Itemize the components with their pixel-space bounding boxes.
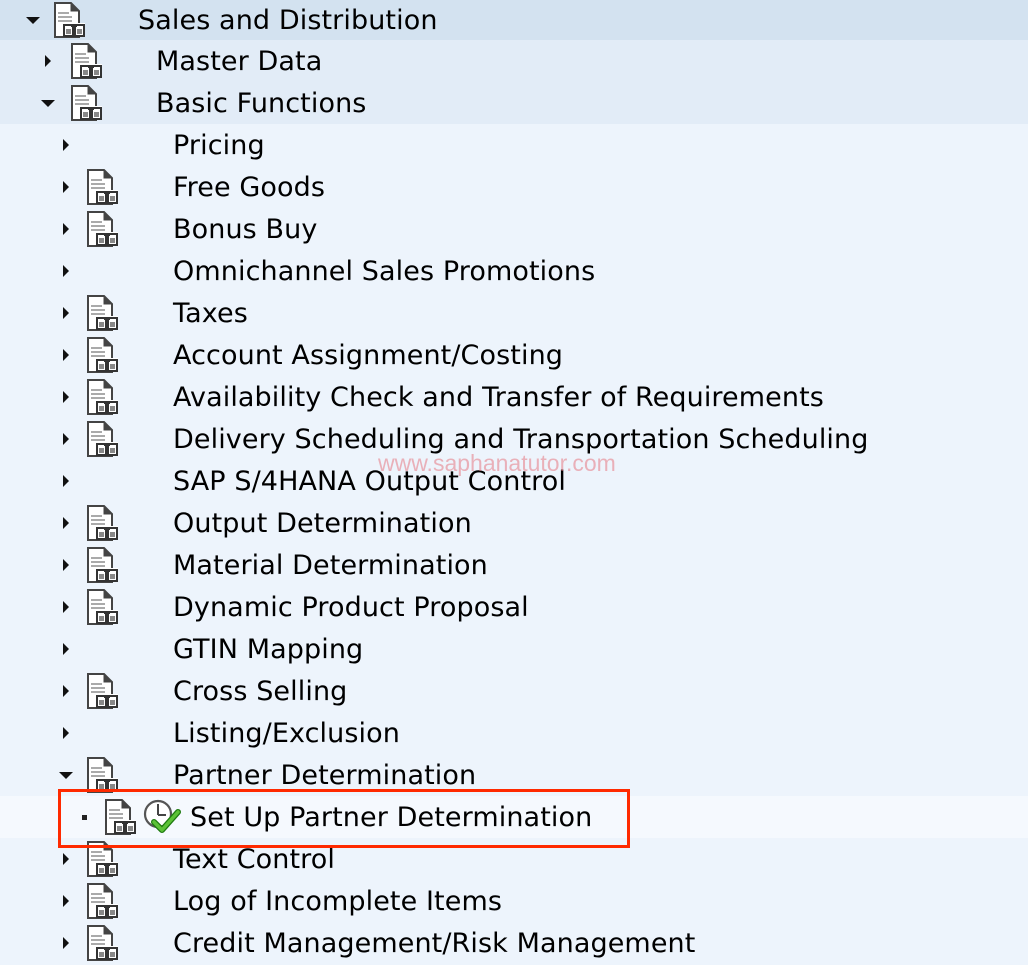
tree-node-label[interactable]: Basic Functions [156,82,366,124]
expand-arrow-icon[interactable] [59,124,73,166]
tree-node[interactable]: Basic Functions [0,82,1028,124]
tree-node-label[interactable]: Delivery Scheduling and Transportation S… [173,418,868,460]
tree-node[interactable]: Credit Management/Risk Management [0,922,1028,964]
tree-node[interactable]: SAP S/4HANA Output Control [0,460,1028,502]
tree-node[interactable]: Free Goods [0,166,1028,208]
tree-node-label[interactable]: Output Determination [173,502,472,544]
execute-activity-icon[interactable] [142,798,182,836]
expand-arrow-icon[interactable] [59,292,73,334]
expand-arrow-icon[interactable] [59,418,73,460]
tree-node[interactable]: Master Data [0,40,1028,82]
tree-node-label[interactable]: Master Data [156,40,322,82]
documentation-icon[interactable] [86,211,120,247]
expand-arrow-icon[interactable] [59,838,73,880]
documentation-icon[interactable] [86,589,120,625]
tree-node[interactable]: Dynamic Product Proposal [0,586,1028,628]
documentation-icon[interactable] [104,799,138,835]
tree-node[interactable]: Availability Check and Transfer of Requi… [0,376,1028,418]
tree-node-label[interactable]: Partner Determination [173,754,476,796]
tree-node[interactable]: Text Control [0,838,1028,880]
tree-node[interactable]: Account Assignment/Costing [0,334,1028,376]
documentation-icon[interactable] [86,547,120,583]
documentation-icon[interactable] [70,43,104,79]
documentation-icon[interactable] [86,169,120,205]
tree-node[interactable]: Cross Selling [0,670,1028,712]
tree-node-label[interactable]: Omnichannel Sales Promotions [173,250,595,292]
expand-arrow-icon[interactable] [59,880,73,922]
expand-arrow-icon[interactable] [59,922,73,964]
documentation-icon[interactable] [86,505,120,541]
documentation-icon[interactable] [86,379,120,415]
tree-node-label[interactable]: Log of Incomplete Items [173,880,502,922]
tree-node[interactable]: Bonus Buy [0,208,1028,250]
tree-node-label[interactable]: GTIN Mapping [173,628,363,670]
documentation-icon[interactable] [86,673,120,709]
documentation-icon[interactable] [86,295,120,331]
tree-node-label[interactable]: Taxes [173,292,248,334]
documentation-icon[interactable] [70,85,104,121]
tree-node[interactable]: GTIN Mapping [0,628,1028,670]
documentation-icon[interactable] [86,925,120,961]
tree-node[interactable]: Pricing [0,124,1028,166]
expand-arrow-icon[interactable] [59,376,73,418]
expand-arrow-icon[interactable] [59,628,73,670]
tree-node-label[interactable]: Sales and Distribution [138,0,438,40]
tree-node-label[interactable]: Listing/Exclusion [173,712,400,754]
tree-node[interactable]: Output Determination [0,502,1028,544]
expand-arrow-icon[interactable] [59,208,73,250]
tree-node-label[interactable]: Availability Check and Transfer of Requi… [173,376,824,418]
tree-node-label[interactable]: Pricing [173,124,265,166]
tree-node-label[interactable]: Credit Management/Risk Management [173,922,695,964]
tree-node-label[interactable]: Dynamic Product Proposal [173,586,529,628]
documentation-icon[interactable] [86,421,120,457]
expand-arrow-icon[interactable] [59,250,73,292]
img-tree: Sales and Distribution Master Data Basic… [0,0,1028,964]
tree-node-label[interactable]: Bonus Buy [173,208,317,250]
collapse-arrow-icon[interactable] [26,0,40,40]
documentation-icon[interactable] [86,757,120,793]
expand-arrow-icon[interactable] [59,712,73,754]
tree-node[interactable]: Omnichannel Sales Promotions [0,250,1028,292]
expand-arrow-icon[interactable] [41,40,55,82]
expand-arrow-icon[interactable] [59,334,73,376]
documentation-icon[interactable] [53,2,87,38]
expand-arrow-icon[interactable] [59,460,73,502]
tree-node[interactable]: Partner Determination [0,754,1028,796]
tree-node-label[interactable]: SAP S/4HANA Output Control [173,460,566,502]
leaf-bullet-icon [77,796,91,838]
expand-arrow-icon[interactable] [59,166,73,208]
tree-node-label[interactable]: Free Goods [173,166,325,208]
tree-node[interactable]: Log of Incomplete Items [0,880,1028,922]
tree-node[interactable]: Sales and Distribution [0,0,1028,40]
tree-node-label[interactable]: Text Control [173,838,335,880]
tree-node-label[interactable]: Cross Selling [173,670,347,712]
documentation-icon[interactable] [86,337,120,373]
tree-node-label[interactable]: Account Assignment/Costing [173,334,563,376]
collapse-arrow-icon[interactable] [41,82,55,124]
expand-arrow-icon[interactable] [59,502,73,544]
collapse-arrow-icon[interactable] [59,754,73,796]
tree-node-label[interactable]: Material Determination [173,544,488,586]
expand-arrow-icon[interactable] [59,544,73,586]
tree-node[interactable]: Taxes [0,292,1028,334]
tree-node-label[interactable]: Set Up Partner Determination [190,796,592,838]
documentation-icon[interactable] [86,883,120,919]
documentation-icon[interactable] [86,841,120,877]
tree-node[interactable]: Delivery Scheduling and Transportation S… [0,418,1028,460]
expand-arrow-icon[interactable] [59,586,73,628]
tree-node[interactable]: Material Determination [0,544,1028,586]
tree-node[interactable]: Set Up Partner Determination [0,796,1028,838]
tree-node[interactable]: Listing/Exclusion [0,712,1028,754]
expand-arrow-icon[interactable] [59,670,73,712]
